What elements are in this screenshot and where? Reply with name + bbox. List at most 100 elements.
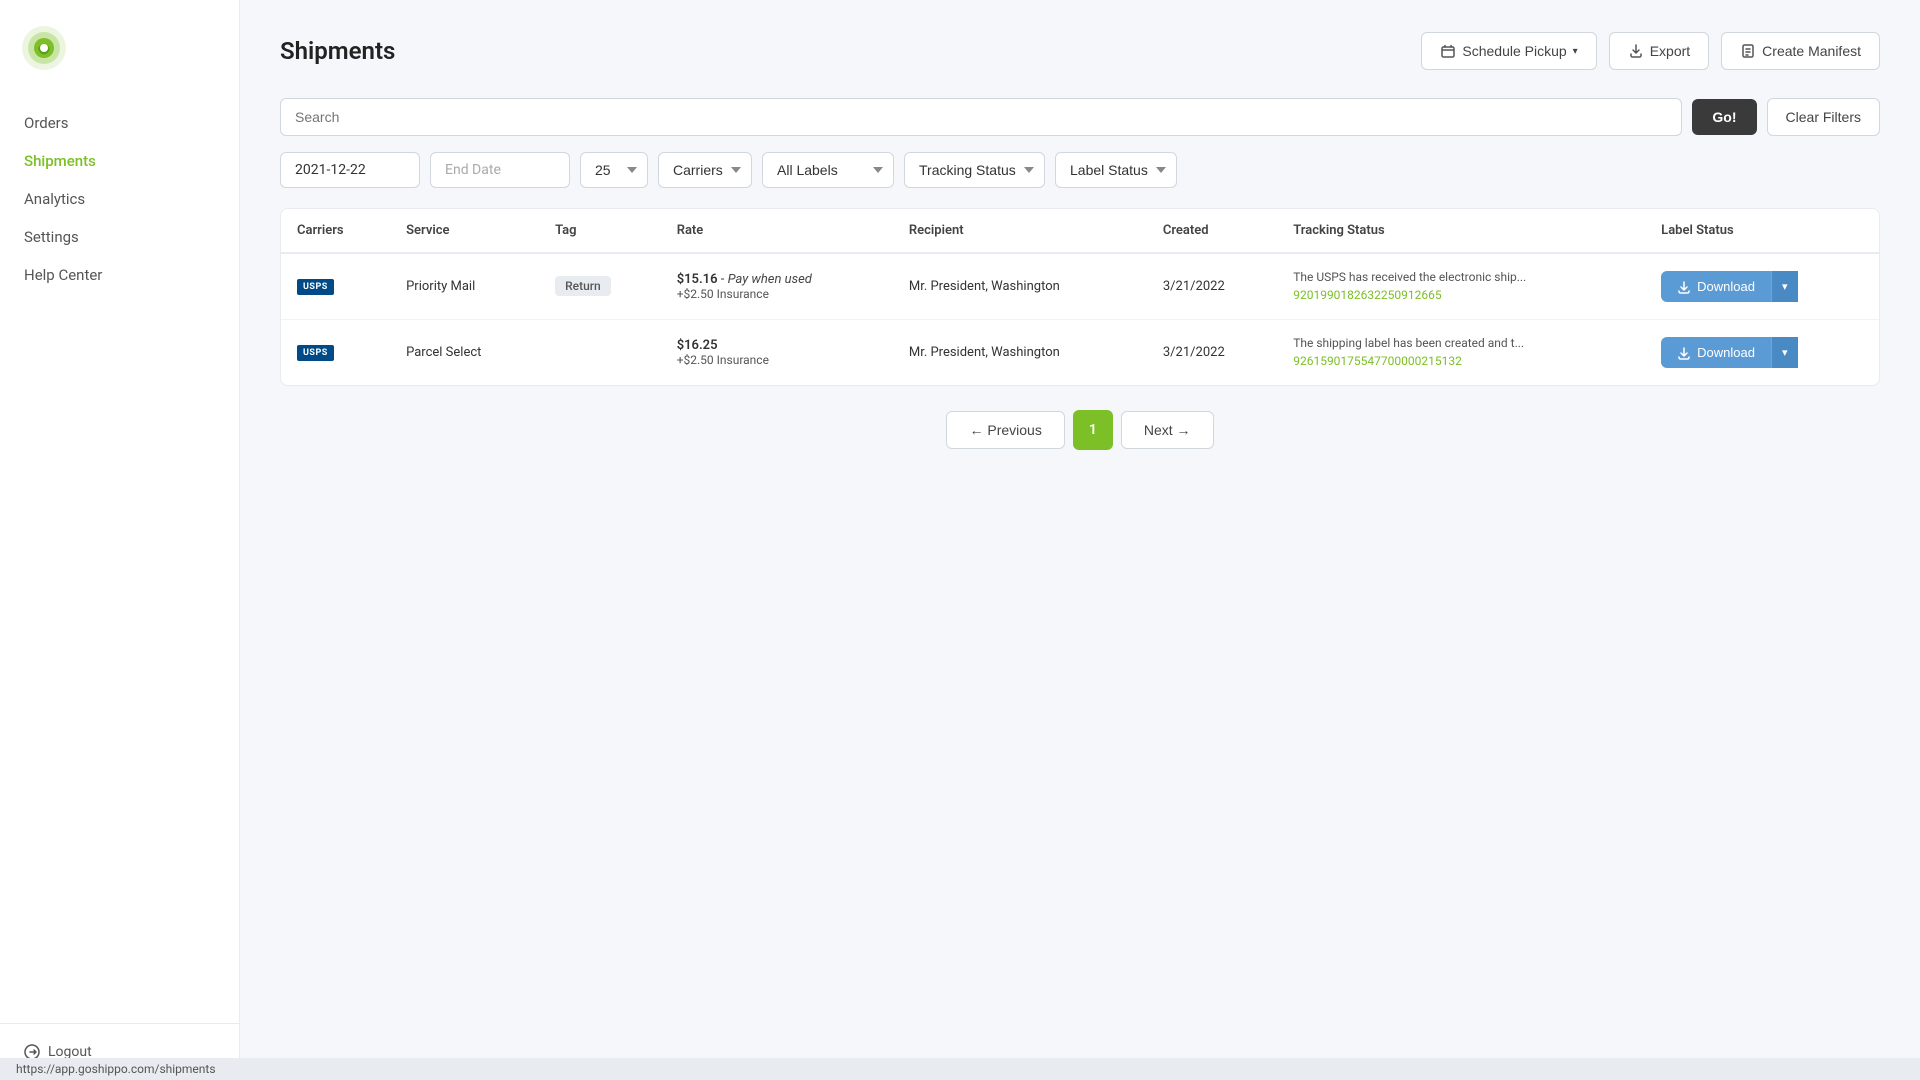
per-page-select[interactable]: 25 50 100 bbox=[580, 152, 648, 188]
download-button[interactable]: Download bbox=[1661, 271, 1771, 302]
carriers-select[interactable]: Carriers USPS UPS FedEx bbox=[658, 152, 752, 188]
create-manifest-button[interactable]: Create Manifest bbox=[1721, 32, 1880, 70]
recipient-name: Mr. President, Washington bbox=[909, 279, 1060, 294]
table-row: USPS Priority Mail Return $15.16 - Pay w… bbox=[281, 253, 1879, 320]
sidebar-item-settings[interactable]: Settings bbox=[0, 218, 239, 256]
clear-filters-button[interactable]: Clear Filters bbox=[1767, 98, 1880, 136]
goshippo-logo-icon bbox=[20, 24, 68, 72]
tracking-status-cell: The USPS has received the electronic shi… bbox=[1277, 253, 1645, 320]
download-icon bbox=[1677, 280, 1691, 294]
rate-sub: +$2.50 Insurance bbox=[677, 353, 877, 367]
sidebar-item-help-center[interactable]: Help Center bbox=[0, 256, 239, 294]
download-button-group: Download ▾ bbox=[1661, 271, 1863, 302]
tracking-status-cell: The shipping label has been created and … bbox=[1277, 320, 1645, 386]
sidebar-item-orders[interactable]: Orders bbox=[0, 104, 239, 142]
start-date-filter[interactable]: 2021-12-22 bbox=[280, 152, 420, 188]
usps-badge: USPS bbox=[297, 279, 334, 295]
shipments-table-container: Carriers Service Tag Rate Recipient Crea… bbox=[280, 208, 1880, 386]
label-status-cell: Download ▾ bbox=[1645, 320, 1879, 386]
all-labels-select[interactable]: All Labels Return Labels bbox=[762, 152, 894, 188]
recipient-name: Mr. President, Washington bbox=[909, 345, 1060, 360]
search-input[interactable] bbox=[280, 98, 1682, 136]
sidebar-item-label: Shipments bbox=[24, 152, 96, 170]
tracking-number-link[interactable]: 9261590175547700000215132 bbox=[1293, 354, 1462, 368]
service-name: Priority Mail bbox=[406, 279, 475, 294]
col-rate: Rate bbox=[661, 209, 893, 253]
page-number-1[interactable]: 1 bbox=[1073, 410, 1113, 450]
service-cell: Parcel Select bbox=[390, 320, 539, 386]
status-bar: https://app.goshippo.com/shipments bbox=[0, 1058, 1920, 1080]
carrier-cell: USPS bbox=[281, 253, 390, 320]
tracking-number-link[interactable]: 9201990182632250912665 bbox=[1293, 288, 1441, 302]
download-button-group: Download ▾ bbox=[1661, 337, 1863, 368]
pagination: ← Previous 1 Next → bbox=[280, 410, 1880, 450]
tag-badge: Return bbox=[555, 276, 611, 296]
shipments-table: Carriers Service Tag Rate Recipient Crea… bbox=[281, 209, 1879, 385]
rate-note: Pay when used bbox=[728, 272, 812, 287]
rate-main: $15.16 bbox=[677, 272, 718, 287]
sidebar-nav: Orders Shipments Analytics Settings Help… bbox=[0, 96, 239, 1023]
start-date-value: 2021-12-22 bbox=[295, 162, 366, 178]
usps-logo: USPS bbox=[297, 345, 374, 361]
page-header: Shipments Schedule Pickup ▾ Export bbox=[280, 32, 1880, 70]
created-date: 3/21/2022 bbox=[1163, 345, 1225, 360]
col-tag: Tag bbox=[539, 209, 661, 253]
end-date-filter[interactable]: End Date bbox=[430, 152, 570, 188]
rate-sub: +$2.50 Insurance bbox=[677, 287, 877, 301]
previous-page-button[interactable]: ← Previous bbox=[946, 411, 1064, 449]
rate-value: $15.16 - Pay when used +$2.50 Insurance bbox=[677, 272, 877, 301]
sidebar-item-shipments[interactable]: Shipments bbox=[0, 142, 239, 180]
usps-badge: USPS bbox=[297, 345, 334, 361]
sidebar-item-analytics[interactable]: Analytics bbox=[0, 180, 239, 218]
col-service: Service bbox=[390, 209, 539, 253]
export-button[interactable]: Export bbox=[1609, 32, 1709, 70]
main-content: Shipments Schedule Pickup ▾ Export bbox=[240, 0, 1920, 1080]
col-carriers: Carriers bbox=[281, 209, 390, 253]
download-dropdown-arrow[interactable]: ▾ bbox=[1771, 271, 1798, 302]
sidebar-item-label: Settings bbox=[24, 228, 79, 246]
service-cell: Priority Mail bbox=[390, 253, 539, 320]
download-dropdown-arrow[interactable]: ▾ bbox=[1771, 337, 1798, 368]
recipient-cell: Mr. President, Washington bbox=[893, 320, 1147, 386]
create-manifest-label: Create Manifest bbox=[1762, 43, 1861, 59]
tag-cell: Return bbox=[539, 253, 661, 320]
page-title: Shipments bbox=[280, 37, 395, 65]
col-created: Created bbox=[1147, 209, 1277, 253]
sidebar-logo bbox=[0, 0, 239, 96]
sidebar-item-label: Orders bbox=[24, 114, 69, 132]
schedule-pickup-button[interactable]: Schedule Pickup ▾ bbox=[1421, 32, 1596, 70]
status-url: https://app.goshippo.com/shipments bbox=[16, 1062, 216, 1076]
search-filters-row: Go! Clear Filters bbox=[280, 98, 1880, 136]
recipient-cell: Mr. President, Washington bbox=[893, 253, 1147, 320]
schedule-pickup-label: Schedule Pickup bbox=[1462, 43, 1566, 59]
manifest-icon bbox=[1740, 43, 1756, 59]
chevron-down-icon: ▾ bbox=[1573, 46, 1578, 57]
tracking-description: The USPS has received the electronic shi… bbox=[1293, 270, 1629, 284]
service-name: Parcel Select bbox=[406, 345, 481, 360]
created-cell: 3/21/2022 bbox=[1147, 320, 1277, 386]
col-label-status: Label Status bbox=[1645, 209, 1879, 253]
go-button[interactable]: Go! bbox=[1692, 99, 1756, 135]
next-page-button[interactable]: Next → bbox=[1121, 411, 1214, 449]
carrier-cell: USPS bbox=[281, 320, 390, 386]
sidebar-item-label: Help Center bbox=[24, 266, 102, 284]
export-label: Export bbox=[1650, 43, 1690, 59]
filter-row: 2021-12-22 End Date 25 50 100 Carriers U… bbox=[280, 152, 1880, 188]
created-date: 3/21/2022 bbox=[1163, 279, 1225, 294]
rate-value: $16.25 +$2.50 Insurance bbox=[677, 338, 877, 367]
label-status-cell: Download ▾ bbox=[1645, 253, 1879, 320]
sidebar: Orders Shipments Analytics Settings Help… bbox=[0, 0, 240, 1080]
end-date-placeholder: End Date bbox=[445, 162, 501, 178]
download-button[interactable]: Download bbox=[1661, 337, 1771, 368]
tracking-status-select[interactable]: Tracking Status Delivered In Transit Pre… bbox=[904, 152, 1045, 188]
label-status-select[interactable]: Label Status Valid Invalid bbox=[1055, 152, 1177, 188]
table-header-row: Carriers Service Tag Rate Recipient Crea… bbox=[281, 209, 1879, 253]
export-icon bbox=[1628, 43, 1644, 59]
sidebar-item-label: Analytics bbox=[24, 190, 85, 208]
col-recipient: Recipient bbox=[893, 209, 1147, 253]
rate-cell: $15.16 - Pay when used +$2.50 Insurance bbox=[661, 253, 893, 320]
rate-main: $16.25 bbox=[677, 338, 718, 353]
rate-cell: $16.25 +$2.50 Insurance bbox=[661, 320, 893, 386]
col-tracking-status: Tracking Status bbox=[1277, 209, 1645, 253]
header-actions: Schedule Pickup ▾ Export Create Manifest bbox=[1421, 32, 1880, 70]
